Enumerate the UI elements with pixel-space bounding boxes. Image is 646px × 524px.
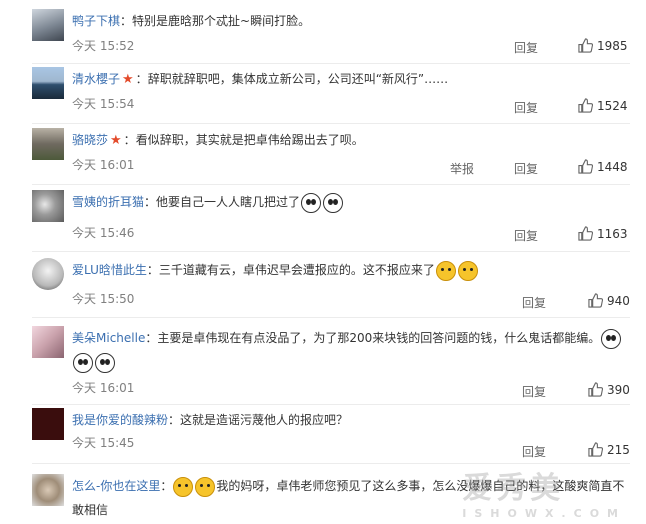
like-count: 1448	[597, 159, 628, 174]
avatar-calligraphy	[32, 408, 64, 420]
thumbs-up-icon	[578, 98, 593, 113]
comment-item: 鸭子下棋：特别是鹿晗那个忒扯~瞬间打脸。 今天 15:52 回复 1985	[0, 9, 646, 69]
avatar[interactable]	[32, 474, 64, 506]
like-button[interactable]: 1985	[578, 38, 628, 53]
comment-time: 今天 16:01	[72, 381, 135, 395]
emoji-icon	[173, 476, 194, 497]
comment-time: 今天 15:46	[72, 226, 135, 240]
username-link[interactable]: 怎么-你也在这里	[72, 479, 160, 493]
emoji-icon	[323, 192, 344, 213]
username-link[interactable]: 清水櫻子	[72, 72, 120, 86]
username-link[interactable]: 我是你爱的酸辣粉	[72, 413, 168, 427]
avatar[interactable]	[32, 326, 64, 358]
comment-text: 三千道藏有云，卓伟迟早会遭报应的。这不报应来了	[158, 263, 435, 277]
comment-body: 爱LU晗惜此生：三千道藏有云，卓伟迟早会遭报应的。这不报应来了	[72, 258, 630, 282]
comment-text: 辞职就辞职吧，集体成立新公司，公司还叫“新风行”……	[147, 72, 449, 86]
red-star-icon: ★	[122, 72, 134, 87]
thumbs-up-icon	[588, 442, 603, 457]
comment-body: 怎么-你也在这里： 我的妈呀，卓伟老师您预见了这么多事，怎么没爆爆自己的料，这酸爽…	[72, 474, 634, 522]
username-link[interactable]: 雪姨的折耳猫	[72, 195, 144, 209]
comment-text: 特别是鹿晗那个忒扯~瞬间打脸。	[132, 14, 311, 28]
username-link[interactable]: 爱LU晗惜此生	[72, 263, 147, 277]
emoji-icon	[73, 352, 93, 373]
thumbs-up-icon	[588, 293, 603, 308]
comment-time: 今天 15:45	[72, 436, 135, 450]
comment-time: 今天 16:01	[72, 158, 135, 172]
thumbs-up-icon	[578, 38, 593, 53]
comment-body: 骆晓莎 ★ ：看似辞职，其实就是把卓伟给踢出去了呗。	[72, 133, 364, 148]
comment-text: 这就是造谣污蔑他人的报应吧？	[180, 413, 349, 427]
comment-time: 今天 15:54	[72, 97, 135, 111]
comment-item: 骆晓莎 ★ ：看似辞职，其实就是把卓伟给踢出去了呗。 今天 16:01 举报 回复 …	[0, 128, 646, 188]
username-link[interactable]: 美朵Michelle	[72, 331, 145, 345]
avatar[interactable]	[32, 258, 64, 290]
reply-button[interactable]: 回复	[514, 227, 538, 244]
red-star-icon: ★	[110, 133, 122, 148]
reply-button[interactable]: 回复	[514, 99, 538, 116]
comment-list: 鸭子下棋：特别是鹿晗那个忒扯~瞬间打脸。 今天 15:52 回复 1985 清水…	[0, 0, 646, 524]
comment-item: 爱LU晗惜此生：三千道藏有云，卓伟迟早会遭报应的。这不报应来了 今天 15:50…	[0, 258, 646, 320]
divider	[32, 251, 630, 252]
like-count: 1163	[597, 226, 628, 241]
divider	[32, 463, 630, 464]
comment-body: 鸭子下棋：特别是鹿晗那个忒扯~瞬间打脸。	[72, 14, 311, 28]
comment-body: 清水櫻子 ★ ：辞职就辞职吧，集体成立新公司，公司还叫“新风行”……	[72, 72, 449, 87]
comment-body: 雪姨的折耳猫：他要自己一人人瞎几把过了	[72, 190, 630, 214]
emoji-icon	[435, 260, 456, 281]
divider	[32, 184, 630, 185]
comment-text: 看似辞职，其实就是把卓伟给踢出去了呗。	[135, 133, 364, 147]
divider	[32, 317, 630, 318]
reply-button[interactable]: 回复	[522, 294, 546, 311]
avatar[interactable]	[32, 190, 64, 222]
comment-body: 我是你爱的酸辣粉：这就是造谣污蔑他人的报应吧？	[72, 413, 349, 427]
divider	[32, 404, 630, 405]
thumbs-up-icon	[578, 226, 593, 241]
thumbs-up-icon	[588, 382, 603, 397]
emoji-icon	[195, 476, 216, 497]
emoji-icon	[457, 260, 478, 281]
like-count: 390	[607, 382, 630, 397]
like-button[interactable]: 215	[588, 442, 630, 457]
comment-time: 今天 15:50	[72, 292, 135, 306]
comment-item: 怎么-你也在这里： 我的妈呀，卓伟老师您预见了这么多事，怎么没爆爆自己的料，这酸爽…	[0, 474, 646, 524]
reply-button[interactable]: 回复	[514, 39, 538, 56]
username-link[interactable]: 骆晓莎	[72, 133, 108, 147]
comment-item: 雪姨的折耳猫：他要自己一人人瞎几把过了 今天 15:46 回复 1163	[0, 190, 646, 250]
report-button[interactable]: 举报	[450, 160, 474, 177]
like-button[interactable]: 390	[588, 382, 630, 397]
comment-time: 今天 15:52	[72, 39, 135, 53]
username-link[interactable]: 鸭子下棋	[72, 14, 120, 28]
avatar[interactable]	[32, 408, 64, 440]
comment-item: 清水櫻子 ★ ：辞职就辞职吧，集体成立新公司，公司还叫“新风行”…… 今天 15:5…	[0, 67, 646, 127]
reply-button[interactable]: 回复	[522, 443, 546, 460]
emoji-icon	[301, 192, 322, 213]
divider	[32, 123, 630, 124]
like-button[interactable]: 1163	[578, 226, 628, 241]
like-count: 1524	[597, 98, 628, 113]
like-button[interactable]: 1524	[578, 98, 628, 113]
comment-item: 我是你爱的酸辣粉：这就是造谣污蔑他人的报应吧？ 今天 15:45 回复 215	[0, 408, 646, 460]
like-count: 940	[607, 293, 630, 308]
avatar[interactable]	[32, 9, 64, 41]
like-button[interactable]: 1448	[578, 159, 628, 174]
emoji-icon	[601, 328, 622, 349]
comment-item: 美朵Michelle：主要是卓伟现在有点没品了，为了那200来块钱的回答问题的钱…	[0, 326, 646, 400]
like-count: 1985	[597, 38, 628, 53]
comment-text: 他要自己一人人瞎几把过了	[156, 195, 301, 209]
divider	[32, 63, 630, 64]
like-count: 215	[607, 442, 630, 457]
emoji-icon	[95, 352, 115, 373]
comment-body: 美朵Michelle：主要是卓伟现在有点没品了，为了那200来块钱的回答问题的钱…	[72, 326, 624, 374]
reply-button[interactable]: 回复	[514, 160, 538, 177]
like-button[interactable]: 940	[588, 293, 630, 308]
avatar[interactable]	[32, 67, 64, 99]
avatar[interactable]	[32, 128, 64, 160]
comment-text: 主要是卓伟现在有点没品了，为了那200来块钱的回答问题的钱，什么鬼话都能编。	[157, 331, 601, 345]
reply-button[interactable]: 回复	[522, 383, 546, 400]
thumbs-up-icon	[578, 159, 593, 174]
